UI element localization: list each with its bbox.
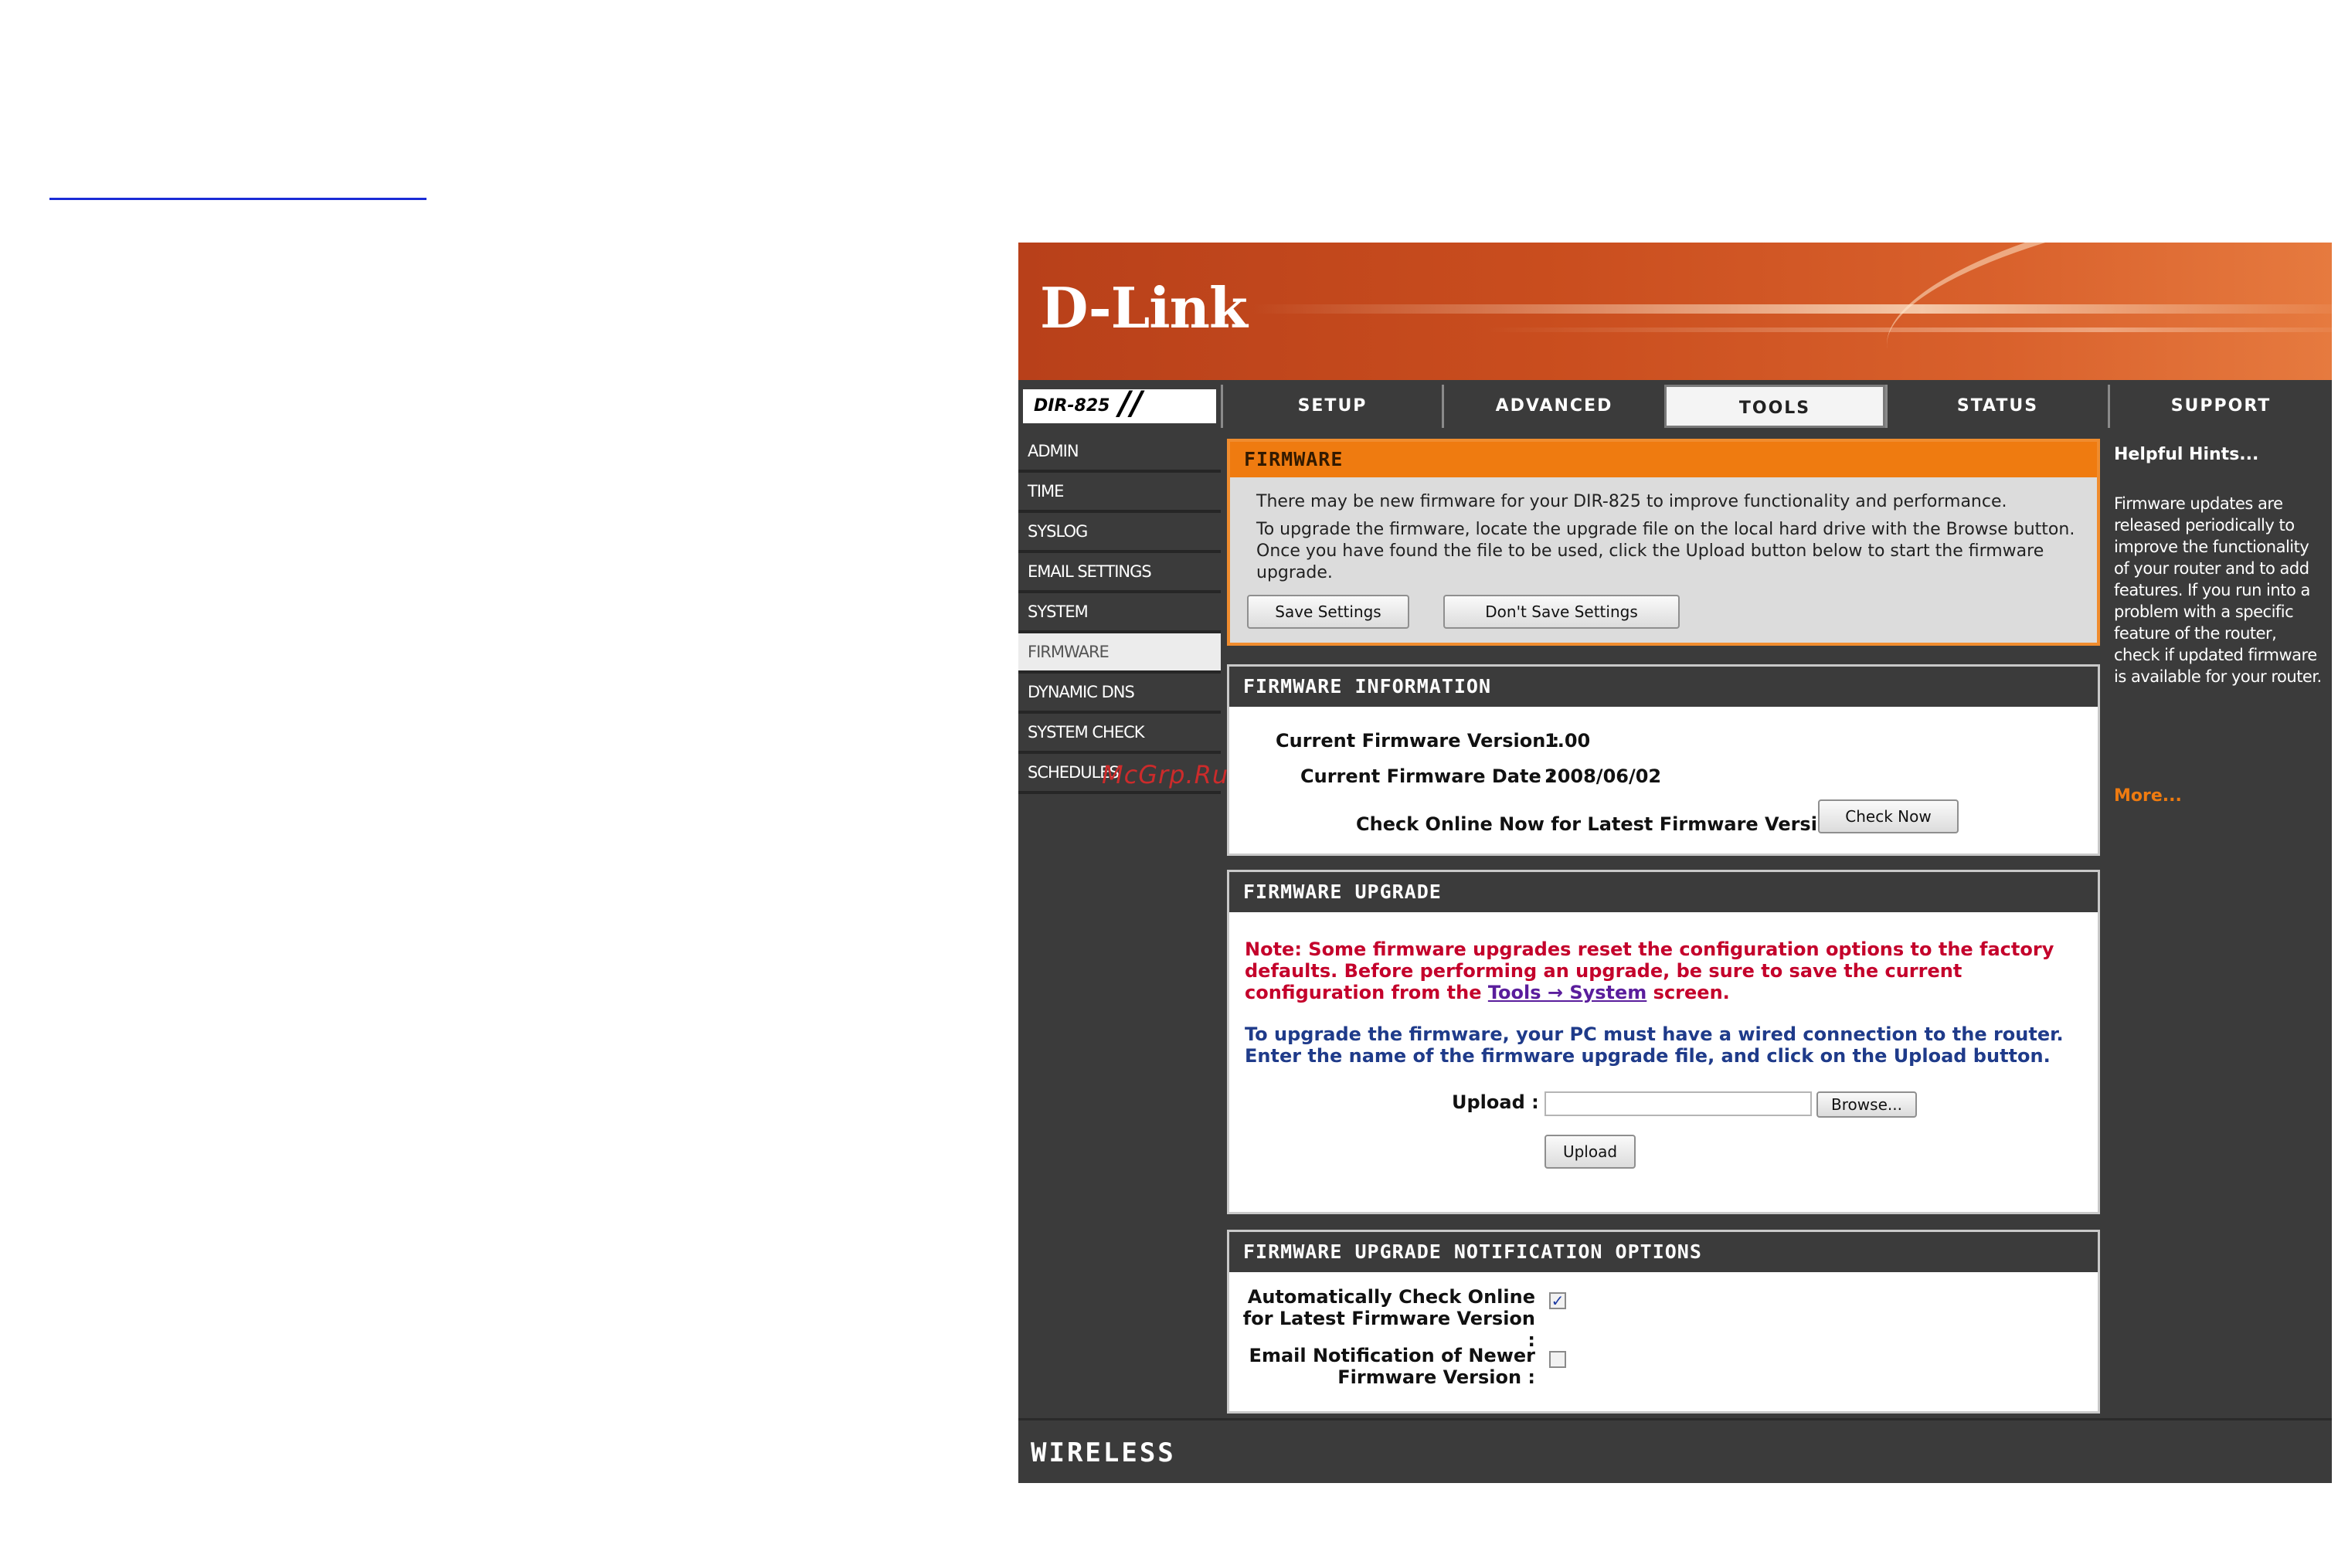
section-title-firmware: FIRMWARE: [1230, 442, 2097, 477]
dont-save-settings-button[interactable]: Don't Save Settings: [1443, 595, 1680, 629]
sidebar: ADMIN TIME SYSLOG EMAIL SETTINGS SYSTEM …: [1018, 433, 1221, 794]
email-notify-label-line-1: Email Notification of Newer: [1249, 1345, 1535, 1366]
auto-check-label: Automatically Check Online for Latest Fir…: [1229, 1286, 1535, 1351]
helpful-hints-panel: Helpful Hints... Firmware updates are re…: [2108, 433, 2332, 1418]
check-online-label: Check Online Now for Latest Firmware Ver…: [1356, 813, 1857, 835]
current-firmware-date-value: 2008/06/02: [1545, 765, 1662, 787]
firmware-information-section: FIRMWARE INFORMATION Current Firmware Ve…: [1227, 664, 2100, 856]
upgrade-instructions: To upgrade the firmware, your PC must ha…: [1245, 1023, 2064, 1067]
watermark-text: McGrp.Ru: [1102, 760, 1229, 789]
current-firmware-version-label: Current Firmware Version :: [1276, 730, 1560, 752]
upgrade-warning-note: Note: Some firmware upgrades reset the c…: [1245, 938, 2079, 1003]
sidebar-item-admin[interactable]: ADMIN: [1018, 433, 1221, 473]
model-name: DIR-825: [1034, 396, 1110, 416]
section-title-firmware-upgrade: FIRMWARE UPGRADE: [1229, 872, 2098, 912]
email-notify-label: Email Notification of Newer Firmware Vers…: [1229, 1345, 1535, 1388]
auto-check-checkbox[interactable]: ✓: [1549, 1292, 1566, 1309]
slash-decoration: //: [1119, 384, 1143, 422]
hints-body: Firmware updates are released periodical…: [2114, 494, 2322, 686]
upload-file-input[interactable]: [1545, 1091, 1812, 1116]
footer-bar: WIRELESS: [1018, 1418, 2332, 1483]
banner-light-streak-2: [1482, 328, 2332, 332]
tools-system-link[interactable]: Tools → System: [1488, 982, 1646, 1003]
banner-light-streak: [1250, 304, 2332, 314]
sidebar-item-syslog[interactable]: SYSLOG: [1018, 513, 1221, 553]
firmware-intro-1: There may be new firmware for your DIR-8…: [1256, 492, 2007, 511]
router-admin-window: D-Link DIR-825 // SETUP ADVANCED TOOLS S…: [1018, 243, 2332, 1483]
section-title-firmware-information: FIRMWARE INFORMATION: [1229, 667, 2098, 707]
header-banner: D-Link: [1018, 243, 2332, 380]
upload-button[interactable]: Upload: [1545, 1135, 1636, 1169]
save-settings-button[interactable]: Save Settings: [1247, 595, 1409, 629]
footer-wireless-label: WIRELESS: [1031, 1437, 1176, 1468]
sidebar-item-time[interactable]: TIME: [1018, 473, 1221, 513]
sidebar-item-system-check[interactable]: SYSTEM CHECK: [1018, 714, 1221, 754]
sidebar-item-email-settings[interactable]: EMAIL SETTINGS: [1018, 553, 1221, 593]
email-notify-checkbox[interactable]: [1549, 1351, 1566, 1368]
current-firmware-version-value: 1.00: [1545, 730, 1591, 752]
tab-status[interactable]: STATUS: [1885, 385, 2108, 428]
sidebar-item-system[interactable]: SYSTEM: [1018, 593, 1221, 633]
main-content: FIRMWARE There may be new firmware for y…: [1227, 433, 2100, 1418]
tab-tools[interactable]: TOOLS: [1664, 385, 1885, 428]
check-now-button[interactable]: Check Now: [1818, 799, 1959, 833]
browse-button[interactable]: Browse...: [1816, 1091, 1917, 1118]
hints-title: Helpful Hints...: [2114, 445, 2259, 464]
top-underline-link[interactable]: [49, 198, 426, 200]
upload-label: Upload :: [1452, 1091, 1539, 1113]
current-firmware-date-label: Current Firmware Date :: [1300, 765, 1555, 787]
main-nav: DIR-825 // SETUP ADVANCED TOOLS STATUS S…: [1018, 385, 2332, 428]
model-badge: DIR-825 //: [1023, 384, 1216, 423]
note-text-suffix: screen.: [1646, 982, 1730, 1003]
auto-check-label-line-1: Automatically Check Online: [1247, 1286, 1535, 1308]
section-title-notification-options: FIRMWARE UPGRADE NOTIFICATION OPTIONS: [1229, 1232, 2098, 1272]
tab-setup[interactable]: SETUP: [1221, 385, 1442, 428]
email-notify-label-line-2: Firmware Version :: [1337, 1366, 1535, 1388]
notification-options-section: FIRMWARE UPGRADE NOTIFICATION OPTIONS Au…: [1227, 1230, 2100, 1414]
tab-support[interactable]: SUPPORT: [2108, 385, 2332, 428]
hints-more-link[interactable]: More...: [2114, 786, 2182, 806]
dlink-logo: D-Link: [1040, 275, 1248, 341]
firmware-section: FIRMWARE There may be new firmware for y…: [1227, 439, 2100, 646]
sidebar-item-firmware[interactable]: FIRMWARE: [1018, 633, 1221, 674]
firmware-intro-2: To upgrade the firmware, locate the upgr…: [1256, 520, 2075, 582]
sidebar-item-dynamic-dns[interactable]: DYNAMIC DNS: [1018, 674, 1221, 714]
firmware-upgrade-section: FIRMWARE UPGRADE Note: Some firmware upg…: [1227, 870, 2100, 1214]
tab-advanced[interactable]: ADVANCED: [1442, 385, 1664, 428]
